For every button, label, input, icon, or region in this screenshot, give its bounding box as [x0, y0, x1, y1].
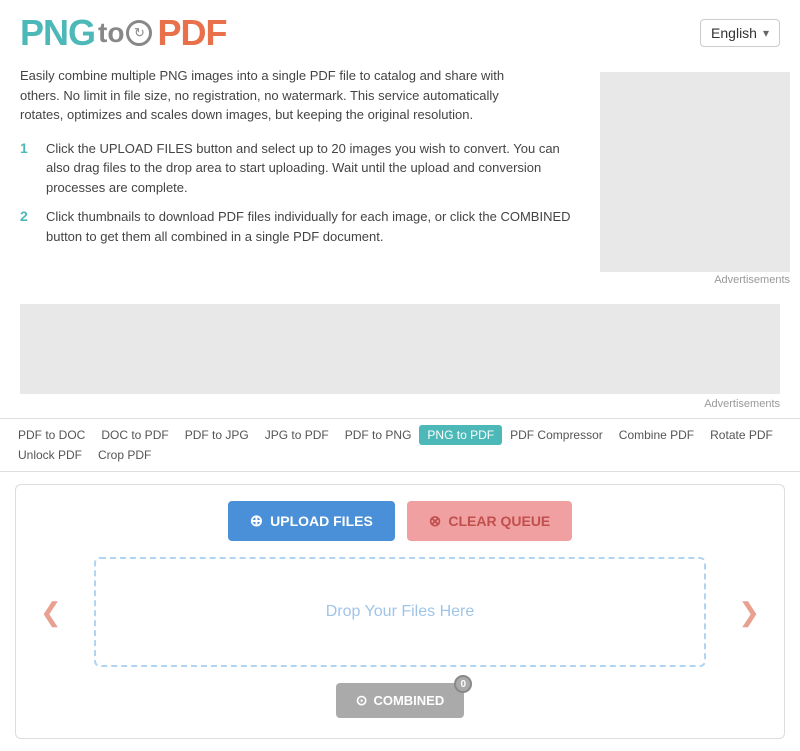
tool-area: ⊕ UPLOAD FILES ⊗ CLEAR QUEUE ❮ Drop Your… [15, 484, 785, 739]
tool-nav-item-png-to-pdf[interactable]: PNG to PDF [419, 425, 502, 445]
content-area: Easily combine multiple PNG images into … [0, 62, 600, 296]
upload-icon: ⊕ [250, 511, 263, 531]
buttons-row: ⊕ UPLOAD FILES ⊗ CLEAR QUEUE [28, 501, 772, 541]
download-icon: ⊙ [356, 692, 368, 709]
step-2-text: Click thumbnails to download PDF files i… [46, 207, 580, 246]
logo: PNG to ↻ PDF [20, 12, 226, 54]
main-layout: Easily combine multiple PNG images into … [0, 62, 800, 296]
header: PNG to ↻ PDF English ▾ [0, 0, 800, 62]
drop-zone[interactable]: Drop Your Files Here [94, 557, 706, 667]
ad-banner [20, 304, 780, 394]
tool-nav-item-pdf-to-doc[interactable]: PDF to DOC [10, 425, 93, 445]
clear-queue-button[interactable]: ⊗ CLEAR QUEUE [407, 501, 572, 541]
combined-badge: 0 [454, 675, 472, 693]
step-1-text: Click the UPLOAD FILES button and select… [46, 139, 580, 198]
drop-zone-text: Drop Your Files Here [326, 603, 475, 621]
ad-right-label: Advertisements [600, 274, 790, 286]
upload-files-button[interactable]: ⊕ UPLOAD FILES [228, 501, 395, 541]
drop-zone-wrapper: ❮ Drop Your Files Here ❯ [32, 557, 768, 667]
tool-nav-item-combine-pdf[interactable]: Combine PDF [611, 425, 702, 445]
ad-right-section: Advertisements [600, 62, 800, 296]
upload-label: UPLOAD FILES [270, 513, 373, 529]
prev-arrow-button[interactable]: ❮ [32, 593, 70, 632]
logo-png: PNG [20, 12, 95, 54]
tool-nav-item-pdf-to-png[interactable]: PDF to PNG [337, 425, 420, 445]
tool-nav-item-unlock-pdf[interactable]: Unlock PDF [10, 445, 90, 465]
combined-button[interactable]: ⊙ COMBINED 0 [336, 683, 465, 718]
logo-refresh-icon: ↻ [126, 20, 152, 46]
step-2-number: 2 [20, 208, 34, 246]
step-2: 2 Click thumbnails to download PDF files… [20, 207, 580, 246]
left-arrow-icon: ❮ [40, 597, 62, 627]
next-arrow-button[interactable]: ❯ [730, 593, 768, 632]
combined-row: ⊙ COMBINED 0 [28, 683, 772, 718]
chevron-down-icon: ▾ [763, 26, 769, 40]
tool-nav-item-doc-to-pdf[interactable]: DOC to PDF [93, 425, 176, 445]
language-selector[interactable]: English ▾ [700, 19, 780, 47]
combined-label: COMBINED [373, 693, 444, 708]
ad-right-box [600, 72, 790, 272]
right-arrow-icon: ❯ [738, 597, 760, 627]
tool-navigation: PDF to DOCDOC to PDFPDF to JPGJPG to PDF… [0, 418, 800, 472]
steps-section: 1 Click the UPLOAD FILES button and sele… [0, 135, 600, 267]
logo-to-section: to ↻ [98, 17, 154, 49]
tool-nav-item-pdf-to-jpg[interactable]: PDF to JPG [177, 425, 257, 445]
step-1-number: 1 [20, 140, 34, 198]
step-1: 1 Click the UPLOAD FILES button and sele… [20, 139, 580, 198]
logo-pdf: PDF [157, 12, 226, 54]
clear-label: CLEAR QUEUE [448, 513, 550, 529]
tool-nav-item-jpg-to-pdf[interactable]: JPG to PDF [257, 425, 337, 445]
logo-to-text: to [98, 17, 124, 49]
description: Easily combine multiple PNG images into … [0, 62, 560, 135]
clear-icon: ⊗ [429, 512, 442, 530]
description-text: Easily combine multiple PNG images into … [20, 66, 540, 125]
ad-banner-label: Advertisements [20, 398, 780, 410]
tool-nav-item-rotate-pdf[interactable]: Rotate PDF [702, 425, 781, 445]
tool-nav-item-pdf-compressor[interactable]: PDF Compressor [502, 425, 611, 445]
language-label: English [711, 25, 757, 41]
language-dropdown[interactable]: English ▾ [700, 19, 780, 47]
tool-nav-item-crop-pdf[interactable]: Crop PDF [90, 445, 159, 465]
